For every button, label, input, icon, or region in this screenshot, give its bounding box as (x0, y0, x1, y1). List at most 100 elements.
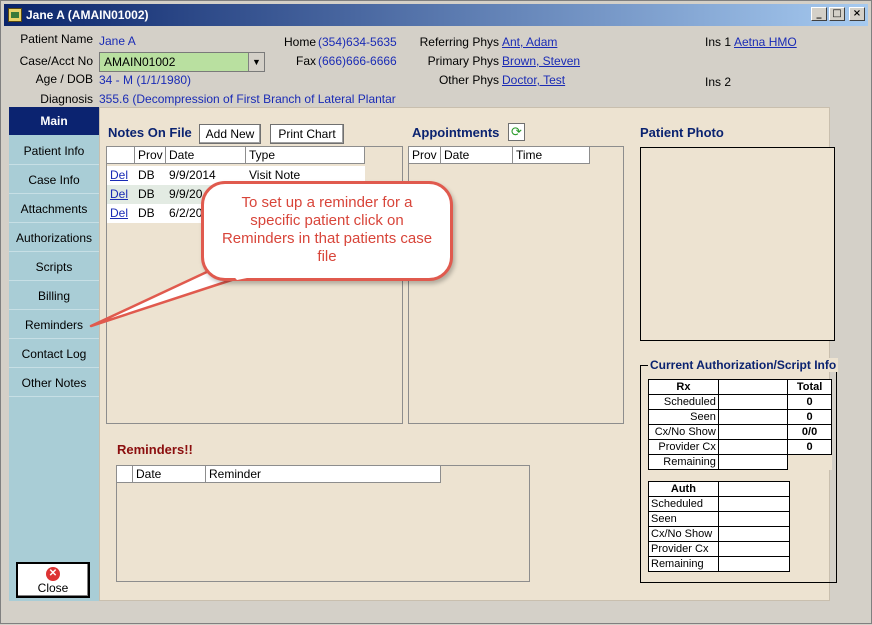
delete-link[interactable]: Del (107, 204, 135, 223)
auth-row-blank (717, 556, 791, 572)
rx-row-blank (717, 454, 789, 470)
rx-header-blank (717, 379, 789, 395)
sidebar: Main Patient Info Case Info Attachments … (9, 107, 99, 601)
notes-col-action (107, 147, 135, 163)
sidebar-item-scripts[interactable]: Scripts (9, 253, 99, 281)
auth-row-blank (717, 496, 791, 512)
close-button-label: Close (37, 581, 69, 595)
delete-link-text[interactable]: Del (110, 206, 128, 220)
age-dob-value: 34 - M (1/1/1980) (99, 73, 192, 87)
diagnosis-label: Diagnosis (40, 92, 93, 106)
minimize-icon[interactable]: _ (811, 7, 827, 21)
auth-row-blank (717, 541, 791, 557)
reminders-col-date: Date (133, 466, 206, 482)
rx-row-total: 0 (787, 394, 832, 410)
appointments-title: Appointments (412, 125, 500, 140)
row-prov: DB (138, 168, 155, 182)
sidebar-item-authorizations[interactable]: Authorizations (9, 224, 99, 252)
row-prov: DB (138, 187, 155, 201)
close-icon[interactable]: × (849, 7, 865, 21)
reminders-col-blank (117, 466, 133, 482)
auth-row-label: Provider Cx (648, 541, 719, 557)
sidebar-item-billing[interactable]: Billing (9, 282, 99, 310)
case-acct-value: AMAIN01002 (104, 55, 176, 69)
rx-row-blank (717, 409, 789, 425)
sidebar-item-attachments[interactable]: Attachments (9, 195, 99, 223)
notes-col-date: Date (166, 147, 246, 163)
reminders-col-reminder: Reminder (206, 466, 441, 482)
auth-header: Auth (648, 481, 719, 497)
close-button[interactable]: ✕ Close (16, 562, 90, 598)
delete-link[interactable]: Del (107, 166, 135, 185)
auth-table: Auth Scheduled Seen Cx/No Show Provider … (648, 481, 791, 572)
auth-row-blank (717, 526, 791, 542)
title-bar: Jane A (AMAIN01002) _ □ × (4, 4, 868, 26)
auth-header-blank (717, 481, 791, 497)
print-chart-button[interactable]: Print Chart (270, 124, 344, 144)
reminders-title: Reminders!! (117, 442, 193, 457)
rx-table: Rx Total Scheduled 0 Seen 0 Cx/No Show 0/0 … (648, 379, 832, 470)
auth-info-title: Current Authorization/Script Info (648, 358, 839, 372)
reminders-grid-header: Date Reminder (117, 466, 441, 483)
notes-col-type: Type (246, 147, 365, 163)
referring-phys-label: Referring Phys (419, 35, 499, 49)
callout-bubble: To set up a reminder for a specific pati… (201, 181, 453, 281)
refresh-icon[interactable]: ⟳ (508, 123, 525, 141)
notes-title: Notes On File (108, 125, 192, 140)
maximize-icon[interactable]: □ (829, 7, 845, 21)
age-dob-label: Age / DOB (35, 72, 93, 86)
rx-total-header: Total (787, 379, 832, 395)
notes-grid-header: Prov Date Type (107, 147, 365, 164)
rx-row-total (787, 454, 832, 470)
rx-row-total: 0/0 (787, 424, 832, 440)
appt-col-prov: Prov (409, 147, 441, 163)
other-phys-link[interactable]: Doctor, Test (502, 73, 565, 87)
row-prov: DB (138, 206, 155, 220)
sidebar-item-patient-info[interactable]: Patient Info (9, 137, 99, 165)
fax-value: (666)666-6666 (318, 54, 397, 68)
auth-row-blank (717, 511, 791, 527)
main-panel: Notes On File Add New Print Chart Prov D… (99, 107, 839, 601)
sidebar-item-reminders[interactable]: Reminders (9, 311, 99, 339)
rx-row-blank (717, 439, 789, 455)
delete-link-text[interactable]: Del (110, 187, 128, 201)
ins1-label: Ins 1 (704, 35, 731, 49)
rx-row-blank (717, 424, 789, 440)
window-controls: _ □ × (811, 7, 865, 21)
auth-row-label: Scheduled (648, 496, 719, 512)
reminders-grid: Date Reminder (116, 465, 530, 582)
sidebar-item-contact-log[interactable]: Contact Log (9, 340, 99, 368)
delete-link-text[interactable]: Del (110, 168, 128, 182)
diagnosis-value: 355.6 (Decompression of First Branch of … (99, 92, 396, 106)
ins1-link[interactable]: Aetna HMO (734, 35, 797, 49)
rx-row-blank (717, 394, 789, 410)
sidebar-item-main[interactable]: Main (9, 107, 99, 135)
rx-row-label: Remaining (648, 454, 719, 470)
appt-col-date: Date (441, 147, 513, 163)
primary-phys-link[interactable]: Brown, Steven (502, 54, 580, 68)
auth-row-label: Cx/No Show (648, 526, 719, 542)
auth-row-label: Seen (648, 511, 719, 527)
window-title: Jane A (AMAIN01002) (26, 8, 149, 22)
patient-case-window: Jane A (AMAIN01002) _ □ × Patient Name J… (0, 0, 872, 624)
rx-row-total: 0 (787, 439, 832, 455)
ins2-label: Ins 2 (704, 75, 731, 89)
patient-photo-title: Patient Photo (640, 125, 724, 140)
home-phone-value: (354)634-5635 (318, 35, 397, 49)
app-icon (8, 8, 22, 22)
rx-header: Rx (648, 379, 719, 395)
rx-row-total: 0 (787, 409, 832, 425)
auth-row-label: Remaining (648, 556, 719, 572)
sidebar-item-case-info[interactable]: Case Info (9, 166, 99, 194)
add-new-button[interactable]: Add New (199, 124, 261, 144)
delete-link[interactable]: Del (107, 185, 135, 204)
primary-phys-label: Primary Phys (427, 54, 499, 68)
sidebar-item-other-notes[interactable]: Other Notes (9, 369, 99, 397)
case-acct-select[interactable]: AMAIN01002 ▼ (99, 52, 265, 72)
rx-row-label: Seen (648, 409, 719, 425)
close-circle-icon: ✕ (46, 567, 60, 581)
rx-row-label: Cx/No Show (648, 424, 719, 440)
referring-phys-link[interactable]: Ant, Adam (502, 35, 557, 49)
other-phys-label: Other Phys (438, 73, 499, 87)
patient-photo[interactable] (640, 147, 835, 341)
